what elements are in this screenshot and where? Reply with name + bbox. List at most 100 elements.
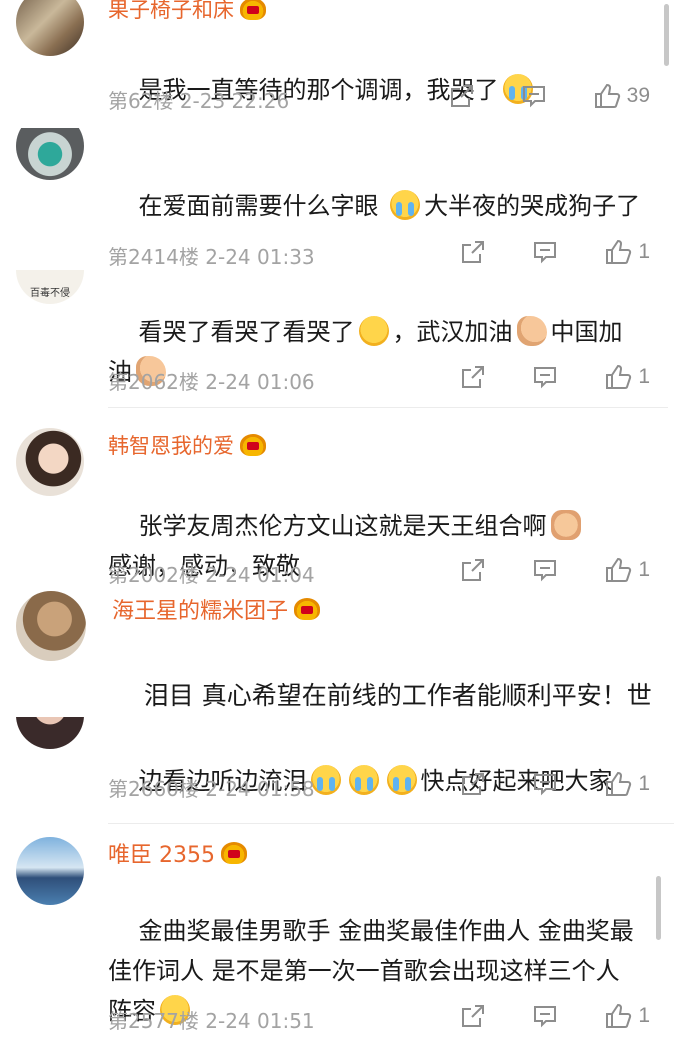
action-bar: 1 [414,1002,650,1030]
comment-icon [534,1006,557,1028]
avatar-caption: 百毒不侵 [30,288,70,299]
cry-emoji [390,190,421,220]
timestamp: 2-24 01:04 [205,563,315,587]
avatar[interactable]: 百毒不侵 [16,270,84,304]
divider [108,823,674,824]
comment-meta: 第62楼 2-23 22:26 [108,85,289,114]
share-button[interactable] [460,771,486,797]
timestamp: 2-24 01:33 [205,245,315,269]
avatar[interactable] [16,428,84,496]
share-button[interactable] [460,1003,486,1029]
comment-item-2: 百毒不侵 看哭了看哭了看哭了 ，武汉加油 中国加油 第2062楼 2-24 01:0… [0,270,674,410]
username-text[interactable]: 海王星的糯米团子 [112,593,288,625]
thumbs-up-emoji [550,510,581,540]
comment-meta: 第2577楼 2-24 01:51 [108,1005,315,1034]
scrollbar[interactable] [656,876,661,940]
floor-number: 第2062楼 [108,370,199,394]
comment-button[interactable] [521,83,547,109]
like-button[interactable]: 1 [604,770,650,798]
share-button[interactable] [460,239,486,265]
crown-badge-icon [294,598,321,620]
comment-icon [534,367,557,389]
timestamp: 2-23 22:26 [179,89,290,113]
username[interactable]: 果子椅子和床 [108,0,266,24]
comment-item-1: 在爱面前需要什么字眼 大半夜的哭成狗子了 第2414楼 2-24 01:33 1 [0,128,674,270]
like-button[interactable]: 1 [604,1002,650,1030]
avatar[interactable] [16,717,84,749]
comment-text-segment: 看哭了看哭了看哭了 [138,318,355,346]
like-icon [594,83,620,108]
crown-badge-icon [240,0,266,20]
like-button[interactable]: 1 [604,556,650,584]
comment-item-5: 边看边听边流泪 快点好起来吧大家 第2660楼 2-24 01:58 1 [0,717,674,825]
action-bar: 1 [414,363,650,391]
action-bar: 39 [403,82,650,110]
comment-item-0: 果子椅子和床 是我一直等待的那个调调，我哭了 第62楼 2-23 22:26 3… [0,0,674,125]
action-bar: 1 [414,556,650,584]
sad-emoji [358,316,389,346]
like-button[interactable]: 1 [604,363,650,391]
username[interactable]: 海王星的糯米团子 [112,593,321,625]
username-text[interactable]: 韩智恩我的爱 [108,430,234,460]
comment-button[interactable] [532,1003,558,1029]
comment-meta: 第2660楼 2-24 01:58 [108,773,315,802]
comment-text-segment: ，武汉加油 [392,318,513,346]
comment-item-6: 唯臣 2355 金曲奖最佳男歌手 金曲奖最佳作曲人 金曲奖最佳作词人 是不是第一… [0,825,674,1042]
comment-icon [534,774,557,796]
floor-number: 第62楼 [108,89,174,113]
share-button[interactable] [460,364,486,390]
timestamp: 2-24 01:06 [205,370,315,394]
like-icon [606,557,632,582]
avatar[interactable] [16,128,84,180]
comment-text-segment: 泪目 真心希望在前线的工作者能顺利平安！世界加油！中国加油！武汉加油！ [143,681,652,710]
comment-button[interactable] [532,364,558,390]
comment-button[interactable] [532,239,558,265]
action-bar: 1 [414,770,650,798]
like-icon [606,364,632,389]
comment-icon [534,560,557,582]
crown-badge-icon [220,842,247,864]
like-icon [606,771,632,796]
like-count: 1 [638,558,650,581]
share-icon [450,85,473,107]
like-icon [606,239,632,264]
cry-emoji [310,765,341,795]
like-count: 1 [638,772,650,795]
comment-icon [534,242,557,264]
action-bar: 1 [414,238,650,266]
comment-item-4: 海王星的糯米团子 泪目 真心希望在前线的工作者能顺利平安！世界加油！中国加油！武… [0,585,674,715]
share-icon [462,366,485,388]
share-button[interactable] [460,557,486,583]
comment-meta: 第2002楼 2-24 01:04 [108,559,315,588]
avatar[interactable] [16,591,86,661]
like-count: 1 [638,365,650,388]
timestamp: 2-24 01:51 [205,1009,315,1033]
avatar[interactable] [16,0,84,56]
comment-button[interactable] [532,771,558,797]
comment-meta: 第2062楼 2-24 01:06 [108,366,315,395]
username-text[interactable]: 果子椅子和床 [108,0,234,24]
like-count: 39 [626,84,650,107]
floor-number: 第2660楼 [108,777,199,801]
comment-meta: 第2414楼 2-24 01:33 [108,241,315,270]
share-button[interactable] [449,83,475,109]
comment-icon [522,86,545,108]
username[interactable]: 唯臣 2355 [108,837,247,869]
floor-number: 第2002楼 [108,563,199,587]
username-text[interactable]: 唯臣 2355 [108,837,215,869]
scrollbar[interactable] [664,4,669,66]
avatar[interactable] [16,837,84,905]
divider [108,407,668,408]
share-icon [462,1005,485,1027]
share-icon [462,241,485,263]
timestamp: 2-24 01:58 [205,777,315,801]
like-count: 1 [638,1004,650,1027]
username[interactable]: 韩智恩我的爱 [108,430,266,460]
comment-text-segment: 张学友周杰伦方文山这就是天王组合啊 [138,512,547,540]
like-button[interactable]: 1 [604,238,650,266]
like-button[interactable]: 39 [593,82,650,110]
comment-button[interactable] [532,557,558,583]
like-icon [606,1003,632,1028]
comment-text: 泪目 真心希望在前线的工作者能顺利平安！世界加油！中国加油！武汉加油！ [112,630,656,715]
flex-arm-emoji [516,316,547,346]
